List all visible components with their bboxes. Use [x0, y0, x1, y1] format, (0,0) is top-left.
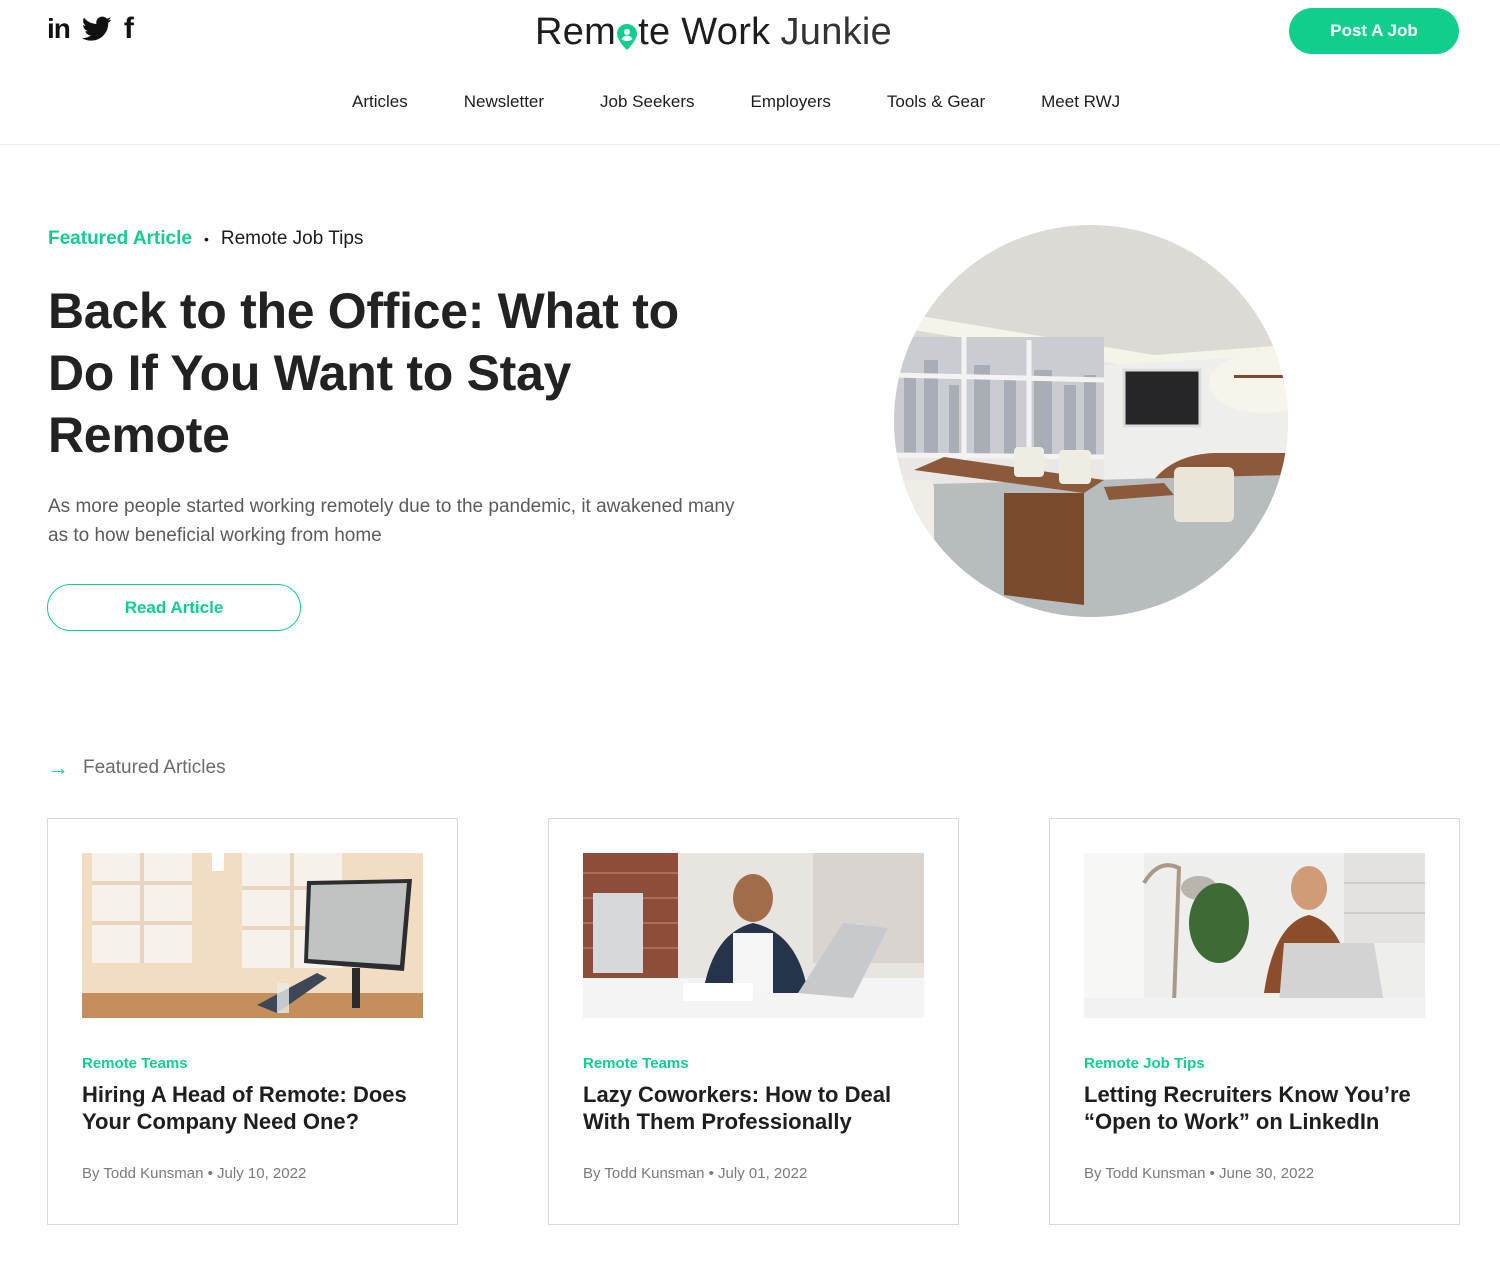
- nav-item-newsletter[interactable]: Newsletter: [464, 90, 544, 114]
- logo-text-part1: Rem: [535, 10, 617, 53]
- nav-item-articles[interactable]: Articles: [352, 90, 408, 114]
- card-byline: By Todd Kunsman • July 01, 2022: [583, 1165, 808, 1182]
- hero-description: As more people started working remotely …: [48, 496, 735, 546]
- card-category[interactable]: Remote Teams: [583, 1055, 689, 1072]
- site-logo[interactable]: Rem te Work Junkie: [535, 10, 892, 54]
- hero-image-office[interactable]: [894, 225, 1288, 617]
- post-a-job-button[interactable]: Post A Job: [1289, 8, 1459, 54]
- hero-title[interactable]: Back to the Office: What to Do If You Wa…: [48, 280, 748, 466]
- section-title: Featured Articles: [83, 757, 226, 778]
- hero-meta: Featured Article • Remote Job Tips: [48, 228, 363, 250]
- laptop-man-illustration: [1084, 853, 1425, 1018]
- nav-item-employers[interactable]: Employers: [751, 90, 831, 114]
- linkedin-icon[interactable]: in: [47, 14, 71, 44]
- office-illustration: [894, 225, 1288, 617]
- card-title[interactable]: Lazy Coworkers: How to Deal With Them Pr…: [583, 1081, 933, 1135]
- featured-badge: Featured Article: [48, 228, 192, 249]
- twitter-icon[interactable]: [81, 14, 112, 44]
- nav-item-meet-rwj[interactable]: Meet RWJ: [1041, 90, 1120, 114]
- meta-separator: •: [203, 231, 209, 247]
- arrow-right-icon: →: [47, 755, 69, 780]
- logo-text-part2: te Work: [638, 10, 771, 53]
- read-article-button[interactable]: Read Article: [47, 584, 301, 631]
- logo-text-part3: Junkie: [780, 10, 893, 53]
- card-category[interactable]: Remote Teams: [82, 1055, 188, 1072]
- facebook-icon[interactable]: f: [124, 14, 134, 44]
- social-links: in f: [47, 14, 134, 44]
- article-thumbnail-workspace[interactable]: [82, 853, 423, 1018]
- card-category[interactable]: Remote Job Tips: [1084, 1055, 1205, 1072]
- featured-articles-heading: → Featured Articles: [47, 757, 226, 779]
- nav-item-job-seekers[interactable]: Job Seekers: [600, 90, 695, 114]
- card-byline: By Todd Kunsman • June 30, 2022: [1084, 1165, 1315, 1182]
- site-header: in f Rem te Work Junkie Post A Job Artic…: [0, 0, 1500, 145]
- article-card[interactable]: Remote Job Tips Letting Recruiters Know …: [1049, 818, 1460, 1225]
- hero-category-link[interactable]: Remote Job Tips: [221, 228, 364, 250]
- nav-item-tools-gear[interactable]: Tools & Gear: [887, 90, 985, 114]
- main-nav: Articles Newsletter Job Seekers Employer…: [0, 90, 1500, 114]
- article-thumbnail-lazy-coworker[interactable]: [583, 853, 924, 1018]
- article-card[interactable]: Remote Teams Hiring A Head of Remote: Do…: [47, 818, 458, 1225]
- location-pin-icon: [617, 17, 638, 50]
- workspace-illustration: [82, 853, 423, 1018]
- article-card[interactable]: Remote Teams Lazy Coworkers: How to Deal…: [548, 818, 959, 1225]
- coworker-illustration: [583, 853, 924, 1018]
- twitter-bird-icon: [81, 16, 112, 41]
- card-byline: By Todd Kunsman • July 10, 2022: [82, 1165, 307, 1182]
- card-title[interactable]: Hiring A Head of Remote: Does Your Compa…: [82, 1081, 432, 1135]
- article-thumbnail-linkedin[interactable]: [1084, 853, 1425, 1018]
- card-title[interactable]: Letting Recruiters Know You’re “Open to …: [1084, 1081, 1434, 1135]
